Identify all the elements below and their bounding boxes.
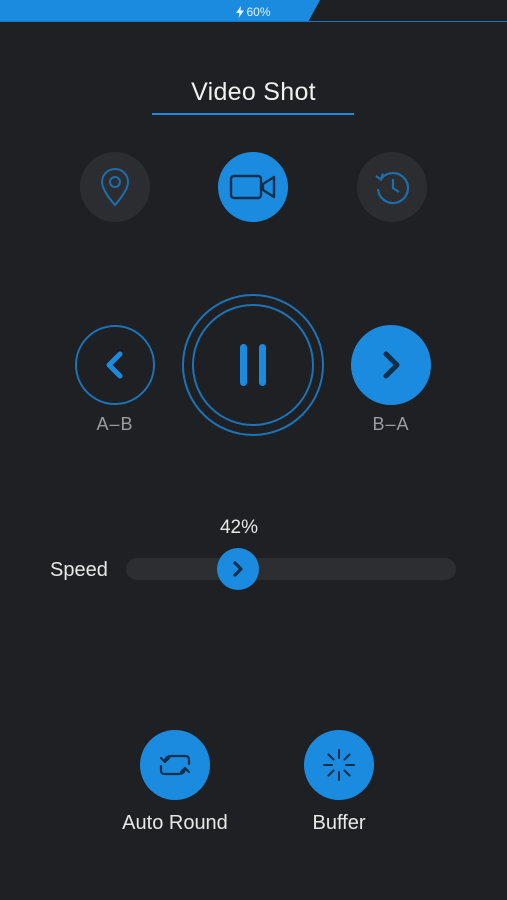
chevron-right-icon: [383, 351, 400, 379]
speed-label: Speed: [50, 559, 108, 581]
battery-divider: [0, 21, 507, 22]
auto-round-button[interactable]: [140, 730, 210, 800]
video-camera-icon: [229, 174, 276, 200]
buffer-label: Buffer: [312, 812, 366, 834]
mode-timelapse-button[interactable]: [357, 152, 427, 222]
speed-slider-track[interactable]: [126, 558, 456, 580]
location-pin-icon: [100, 168, 130, 207]
mode-location-button[interactable]: [80, 152, 150, 222]
buffer-button[interactable]: [304, 730, 374, 800]
pause-icon: [240, 344, 266, 386]
battery-bar: 60%: [0, 0, 507, 22]
b-a-button[interactable]: [351, 325, 431, 405]
page-title: Video Shot: [191, 78, 316, 106]
title-underline: [152, 113, 354, 115]
auto-round-label: Auto Round: [122, 812, 228, 834]
speed-slider-thumb[interactable]: [217, 548, 259, 590]
battery-indicator: 60%: [0, 4, 507, 20]
lightning-icon: [236, 6, 245, 18]
b-a-label: B–A: [372, 414, 410, 434]
a-b-button[interactable]: [75, 325, 155, 405]
a-b-label: A–B: [96, 414, 134, 434]
pause-button[interactable]: [192, 304, 314, 426]
battery-percent: 60%: [246, 5, 271, 19]
loop-arrows-icon: [159, 754, 191, 776]
speed-value: 42%: [219, 517, 259, 538]
timelapse-history-icon: [375, 171, 410, 205]
buffer-spinner-icon: [323, 749, 355, 781]
chevron-left-icon: [106, 351, 123, 379]
chevron-right-icon: [233, 561, 243, 577]
mode-video-button[interactable]: [218, 152, 288, 222]
